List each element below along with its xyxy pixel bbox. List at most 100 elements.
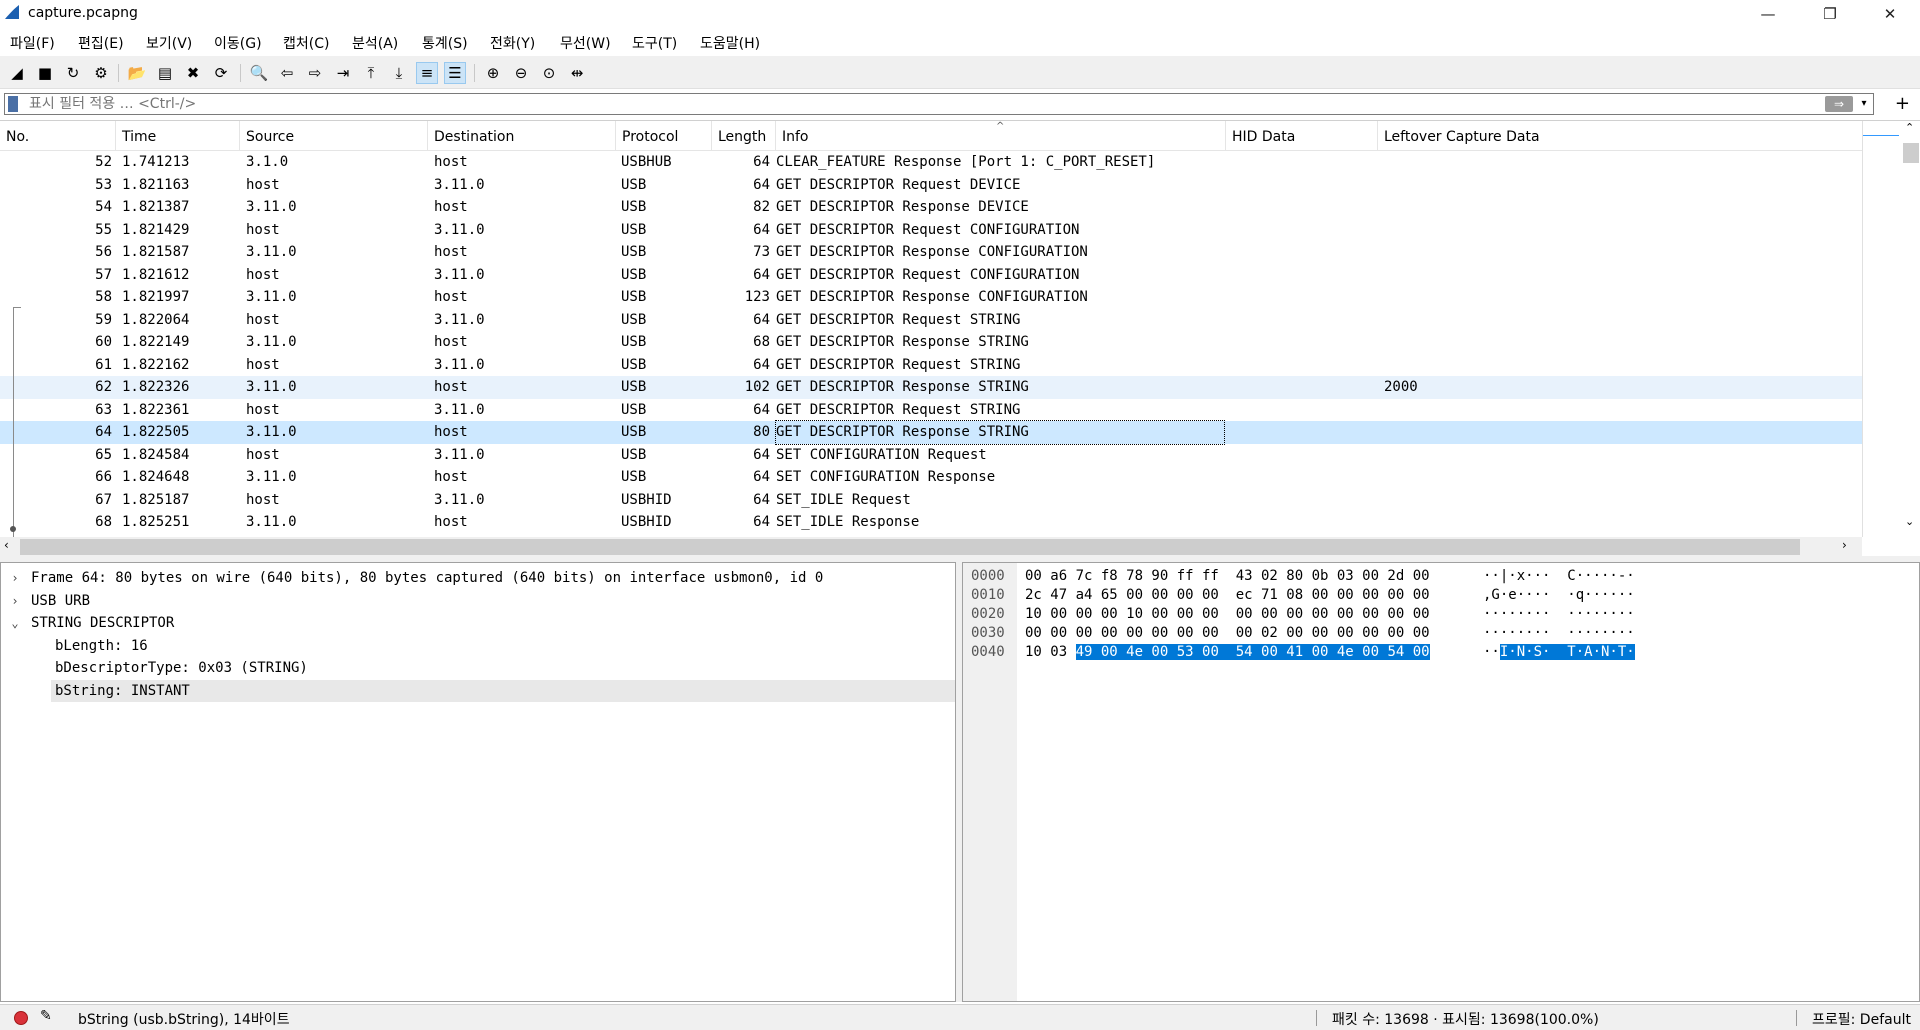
menu-help[interactable]: 도움말(H) <box>700 33 760 53</box>
packet-row[interactable]: 66 1.824648 3.11.0 host USB 64 SET CONFIGURATI… <box>0 466 1862 489</box>
last-packet-icon[interactable]: ⤓ <box>388 62 410 84</box>
packet-row[interactable]: 60 1.822149 3.11.0 host USB 68 GET DESCRIPTOR … <box>0 331 1862 354</box>
ascii-bytes-selected[interactable]: I·N·S· T·A·N·T· <box>1499 644 1635 660</box>
capture-status-led-icon[interactable] <box>14 1011 28 1025</box>
packet-row[interactable]: 56 1.821587 3.11.0 host USB 73 GET DESCRIPTOR … <box>0 241 1862 264</box>
add-filter-button-icon[interactable]: + <box>1895 93 1910 114</box>
filter-history-dropdown-icon[interactable]: ▾ <box>1857 95 1871 113</box>
status-profile[interactable]: 프로필: Default <box>1812 1009 1911 1029</box>
menu-file[interactable]: 파일(F) <box>10 33 55 53</box>
column-header-source[interactable]: Source <box>240 121 428 151</box>
edit-capture-comment-icon[interactable]: ✎ <box>40 1008 52 1024</box>
apply-filter-arrow-icon[interactable]: ⇒ <box>1825 96 1853 112</box>
packet-row[interactable]: 67 1.825187 host 3.11.0 USBHID 64 SET_IDLE Req… <box>0 489 1862 512</box>
go-forward-icon[interactable]: ⇨ <box>304 62 326 84</box>
column-header-time[interactable]: Time <box>116 121 240 151</box>
expand-arrow-icon[interactable]: › <box>8 567 22 590</box>
scroll-thumb[interactable] <box>1903 143 1919 163</box>
cell-protocol: USB <box>621 289 647 305</box>
packet-row[interactable]: 63 1.822361 host 3.11.0 USB 64 GET DESCRIPTOR … <box>0 399 1862 422</box>
hex-bytes-selected[interactable]: 49 00 4e 00 53 00 54 00 41 00 4e 00 54 0… <box>1075 644 1430 660</box>
column-header-no[interactable]: No. <box>0 121 116 151</box>
packet-row[interactable]: 65 1.824584 host 3.11.0 USB 64 SET CONFIGURATI… <box>0 444 1862 467</box>
packet-row[interactable]: 62 1.822326 3.11.0 host USB 102 GET DESCRIPTOR… <box>0 376 1862 399</box>
ascii-bytes[interactable]: ········ ········ <box>1483 624 1635 643</box>
options-gear-icon[interactable]: ⚙ <box>90 62 112 84</box>
packet-row[interactable]: 53 1.821163 host 3.11.0 USB 64 GET DESCRIPTOR … <box>0 174 1862 197</box>
menu-edit[interactable]: 편집(E) <box>78 33 124 53</box>
first-packet-icon[interactable]: ⤒ <box>360 62 382 84</box>
column-header-length[interactable]: Length <box>712 121 776 151</box>
scroll-right-arrow-icon[interactable]: › <box>1842 538 1847 552</box>
column-header-protocol[interactable]: Protocol <box>616 121 712 151</box>
zoom-in-icon[interactable]: ⊕ <box>482 62 504 84</box>
column-header-destination[interactable]: Destination <box>428 121 616 151</box>
colorize-icon[interactable]: ☰ <box>444 62 466 84</box>
zoom-normal-icon[interactable]: ⊙ <box>538 62 560 84</box>
packet-row[interactable]: 64 1.822505 3.11.0 host USB 80 GET DESCRIPTOR … <box>0 420 1862 445</box>
menu-go[interactable]: 이동(G) <box>214 33 262 53</box>
autoscroll-icon[interactable]: ≡ <box>416 62 438 84</box>
menu-tools[interactable]: 도구(T) <box>632 33 677 53</box>
hex-bytes[interactable]: 00 a6 7c f8 78 90 ff ff 43 02 80 0b 03 0… <box>1025 567 1430 586</box>
packet-row[interactable]: 61 1.822162 host 3.11.0 USB 64 GET DESCRIPTOR … <box>0 354 1862 377</box>
expand-arrow-icon[interactable]: › <box>8 590 22 613</box>
column-header-hid-data[interactable]: HID Data <box>1226 121 1378 151</box>
filter-bookmark-icon[interactable] <box>8 96 18 112</box>
menu-statistics[interactable]: 통계(S) <box>422 33 468 53</box>
column-header-leftover-capture-data[interactable]: Leftover Capture Data <box>1378 121 1862 151</box>
detail-tree-row[interactable]: bDescriptorType: 0x03 (STRING) <box>1 657 955 680</box>
detail-tree-row[interactable]: bLength: 16 <box>1 635 955 658</box>
packet-row[interactable]: 57 1.821612 host 3.11.0 USB 64 GET DESCRIPTOR … <box>0 264 1862 287</box>
packet-row[interactable]: 68 1.825251 3.11.0 host USBHID 64 SET_IDLE Res… <box>0 511 1862 534</box>
restart-icon[interactable]: ↻ <box>62 62 84 84</box>
packet-row[interactable]: 55 1.821429 host 3.11.0 USB 64 GET DESCRIPTOR … <box>0 219 1862 242</box>
detail-tree-row[interactable]: › Frame 64: 80 bytes on wire (640 bits), … <box>1 567 955 590</box>
hex-bytes[interactable]: 10 00 00 00 10 00 00 00 00 00 00 00 00 0… <box>1025 605 1430 624</box>
cell-protocol: USB <box>621 379 647 395</box>
scroll-up-arrow-icon[interactable]: ⌃ <box>1905 121 1914 134</box>
file-icon[interactable]: ▤ <box>154 62 176 84</box>
hex-bytes[interactable]: 10 03 49 00 4e 00 53 00 54 00 41 00 4e 0… <box>1025 643 1430 662</box>
ascii-bytes[interactable]: ··I·N·S· T·A·N·T· <box>1483 643 1635 662</box>
ascii-bytes[interactable]: ,G·e···· ·q······ <box>1483 586 1635 605</box>
packet-list-horizontal-scrollbar[interactable]: ‹ › <box>0 537 1862 557</box>
cell-leftover-capture-data <box>1384 511 1854 534</box>
display-filter-input[interactable] <box>29 94 1809 114</box>
zoom-out-icon[interactable]: ⊖ <box>510 62 532 84</box>
detail-tree-row[interactable]: › USB URB <box>1 590 955 613</box>
detail-tree-row[interactable]: bString: INSTANT <box>51 679 955 702</box>
maximize-button[interactable]: ❐ <box>1802 0 1858 28</box>
go-to-packet-icon[interactable]: ⇥ <box>332 62 354 84</box>
packet-list-vertical-scrollbar[interactable]: ⌃ ⌄ <box>1862 121 1920 537</box>
find-icon[interactable]: 🔍 <box>248 62 270 84</box>
scroll-left-arrow-icon[interactable]: ‹ <box>4 538 9 552</box>
reload-icon[interactable]: ⟳ <box>210 62 232 84</box>
minimize-button[interactable]: — <box>1740 0 1796 28</box>
menu-capture[interactable]: 캡처(C) <box>283 33 329 53</box>
menu-telephony[interactable]: 전화(Y) <box>490 33 535 53</box>
shark-fin-start-icon[interactable]: ◢ <box>6 62 28 84</box>
hex-bytes[interactable]: 00 00 00 00 00 00 00 00 00 02 00 00 00 0… <box>1025 624 1430 643</box>
ascii-bytes[interactable]: ··|·x··· C·····-· <box>1483 567 1635 586</box>
close-file-icon[interactable]: ✖ <box>182 62 204 84</box>
packet-row[interactable]: 59 1.822064 host 3.11.0 USB 64 GET DESCRIPTOR … <box>0 309 1862 332</box>
open-folder-icon[interactable]: 📂 <box>126 62 148 84</box>
hex-bytes[interactable]: 2c 47 a4 65 00 00 00 00 ec 71 08 00 00 0… <box>1025 586 1430 605</box>
cell-destination: host <box>434 154 468 170</box>
ascii-bytes[interactable]: ········ ········ <box>1483 605 1635 624</box>
close-button[interactable]: ✕ <box>1862 0 1918 28</box>
detail-tree-row[interactable]: ⌄ STRING DESCRIPTOR <box>1 612 955 635</box>
collapse-arrow-icon[interactable]: ⌄ <box>8 612 22 635</box>
menu-analyze[interactable]: 분석(A) <box>352 33 398 53</box>
stop-icon[interactable]: ■ <box>34 62 56 84</box>
packet-row[interactable]: 54 1.821387 3.11.0 host USB 82 GET DESCRIPTOR … <box>0 196 1862 219</box>
horizontal-scroll-thumb[interactable] <box>20 539 1800 555</box>
resize-columns-icon[interactable]: ⇹ <box>566 62 588 84</box>
menu-view[interactable]: 보기(V) <box>146 33 192 53</box>
packet-row[interactable]: 58 1.821997 3.11.0 host USB 123 GET DESCRIPTOR… <box>0 286 1862 309</box>
packet-row[interactable]: 52 1.741213 3.1.0 host USBHUB 64 CLEAR_FEATURE… <box>0 151 1862 174</box>
menu-wireless[interactable]: 무선(W) <box>560 33 611 53</box>
go-back-icon[interactable]: ⇦ <box>276 62 298 84</box>
scroll-down-arrow-icon[interactable]: ⌄ <box>1905 515 1914 528</box>
